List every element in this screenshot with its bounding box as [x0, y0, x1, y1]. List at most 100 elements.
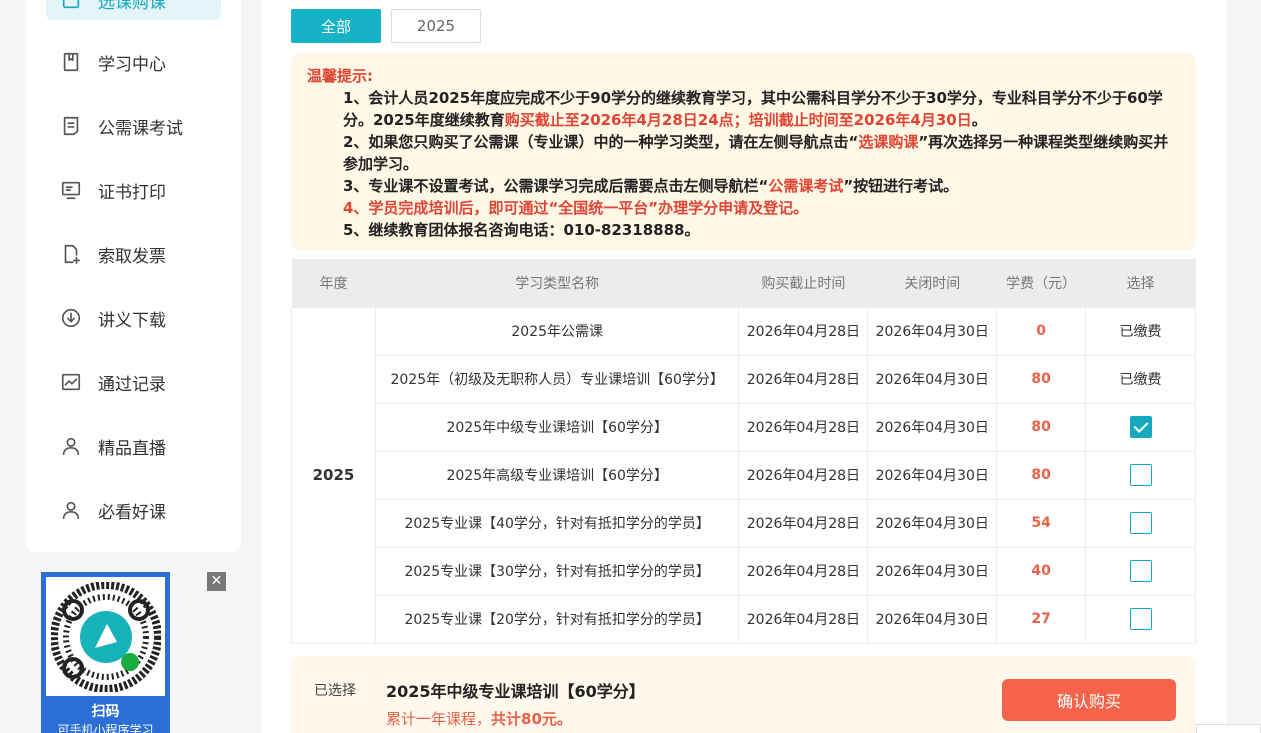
notice-item-1: 1、会计人员2025年度应完成不少于90学分的继续教育学习，其中公需科目学分不少…	[343, 89, 1163, 129]
certificate-icon	[58, 177, 84, 203]
sidebar-item-study-center[interactable]: 学习中心	[46, 42, 221, 82]
sidebar-item-handout-download[interactable]: 讲义下载	[46, 298, 221, 338]
main-panel: 全部 2025 温馨提示: 1、会计人员2025年度应完成不少于90学分的继续教…	[261, 0, 1226, 733]
selection-summary: 已选择 2025年中级专业课培训【60学分】 累计一年课程，共计80元。 确认购…	[291, 656, 1196, 733]
fee: 54	[996, 498, 1087, 548]
table-row: 2025专业课【20学分，针对有抵扣学分的学员】 2026年04月28日 202…	[292, 594, 1196, 644]
fee: 80	[996, 450, 1087, 500]
table-header-row: 年度 学习类型名称 购买截止时间 关闭时间 学费（元） 选择	[291, 259, 1196, 307]
close-time: 2026年04月30日	[867, 450, 998, 500]
close-icon[interactable]: ✕	[207, 572, 226, 591]
table-row: 2025专业课【40学分，针对有抵扣学分的学员】 2026年04月28日 202…	[292, 498, 1196, 548]
selected-course-name: 2025年中级专业课培训【60学分】	[386, 682, 645, 701]
close-time: 2026年04月30日	[867, 498, 998, 548]
col-close-time: 关闭时间	[867, 259, 997, 307]
table-row: 2025专业课【30学分，针对有抵扣学分的学员】 2026年04月28日 202…	[292, 546, 1196, 596]
course-name: 2025专业课【40学分，针对有抵扣学分的学员】	[374, 498, 740, 548]
notice-title: 温馨提示:	[307, 67, 373, 85]
qr-code-image	[46, 577, 165, 696]
close-time: 2026年04月30日	[867, 402, 998, 452]
download-icon	[58, 305, 84, 331]
sidebar-item-label: 公需课考试	[98, 118, 183, 139]
col-select: 选择	[1085, 259, 1196, 307]
course-name: 2025年（初级及无职称人员）专业课培训【60学分】	[374, 354, 740, 404]
table-row: 2025 2025年公需课 2026年04月28日 2026年04月30日 0 …	[291, 306, 1196, 644]
notice-item-5: 5、继续教育团体报名咨询电话：010-82318888。	[343, 221, 700, 239]
notice-box: 温馨提示: 1、会计人员2025年度应完成不少于90学分的继续教育学习，其中公需…	[291, 53, 1196, 250]
select-checkbox[interactable]	[1129, 560, 1152, 582]
book-icon	[58, 49, 84, 75]
close-time: 2026年04月30日	[867, 354, 998, 404]
col-fee: 学费（元）	[996, 259, 1086, 307]
course-table: 年度 学习类型名称 购买截止时间 关闭时间 学费（元） 选择 2025 2025…	[291, 259, 1196, 644]
sidebar-item-label: 证书打印	[98, 182, 166, 203]
table-row: 2025年中级专业课培训【60学分】 2026年04月28日 2026年04月3…	[292, 402, 1196, 452]
table-row: 2025年高级专业课培训【60学分】 2026年04月28日 2026年04月3…	[292, 450, 1196, 500]
fee: 27	[996, 594, 1087, 644]
selected-total: 累计一年课程，共计80元。	[386, 710, 572, 728]
buy-deadline: 2026年04月28日	[738, 354, 869, 404]
paid-status: 已缴费	[1085, 306, 1196, 356]
col-year: 年度	[291, 259, 376, 307]
sidebar-item-pass-record[interactable]: 通过记录	[46, 362, 221, 402]
cart-icon	[58, 0, 84, 13]
sidebar-nav: 选课购课 学习中心 公需课考试 证书打印 索取发票 讲义下载 通过记录 精品直播…	[26, 0, 241, 552]
sidebar-item-label: 选课购课	[98, 0, 166, 13]
select-checkbox[interactable]	[1129, 608, 1152, 630]
year-cell: 2025	[291, 306, 376, 644]
course-name: 2025专业课【30学分，针对有抵扣学分的学员】	[374, 546, 740, 596]
sidebar-item-label: 讲义下载	[98, 310, 166, 331]
close-time: 2026年04月30日	[867, 594, 998, 644]
buy-deadline: 2026年04月28日	[738, 498, 869, 548]
buy-deadline: 2026年04月28日	[738, 594, 869, 644]
notice-item-2: 2、如果您只购买了公需课（专业课）中的一种学习类型，请在左侧导航点击“选课购课”…	[343, 133, 1169, 173]
notice-item-3: 3、专业课不设置考试，公需课学习完成后需要点击左侧导航栏“公需课考试”按钮进行考…	[343, 177, 959, 195]
sidebar-item-certificate[interactable]: 证书打印	[46, 170, 221, 210]
qr-subtitle: 可手机小程序学习	[57, 723, 154, 733]
fee: 0	[996, 306, 1087, 356]
buy-deadline: 2026年04月28日	[738, 306, 869, 356]
qr-promo[interactable]: 扫码 可手机小程序学习	[41, 572, 170, 733]
close-time: 2026年04月30日	[867, 306, 998, 356]
col-buy-deadline: 购买截止时间	[738, 259, 868, 307]
sidebar-item-public-exam[interactable]: 公需课考试	[46, 106, 221, 146]
select-checkbox[interactable]	[1129, 416, 1152, 438]
chart-icon	[58, 369, 84, 395]
selected-label: 已选择	[314, 683, 356, 699]
sidebar-item-label: 学习中心	[98, 54, 166, 75]
sidebar-item-label: 精品直播	[98, 438, 166, 459]
buy-deadline: 2026年04月28日	[738, 402, 869, 452]
sidebar-item-live[interactable]: 精品直播	[46, 426, 221, 466]
select-checkbox[interactable]	[1129, 464, 1152, 486]
table-row: 2025年（初级及无职称人员）专业课培训【60学分】 2026年04月28日 2…	[292, 354, 1196, 404]
sidebar-item-must-watch[interactable]: 必看好课	[46, 490, 221, 530]
course-name: 2025年高级专业课培训【60学分】	[374, 450, 740, 500]
sidebar-item-label: 通过记录	[98, 374, 166, 395]
invoice-icon	[58, 241, 84, 267]
course-name: 2025专业课【20学分，针对有抵扣学分的学员】	[374, 594, 740, 644]
confirm-purchase-button[interactable]: 确认购买	[1002, 679, 1176, 721]
sidebar-item-course-purchase[interactable]: 选课购课	[46, 0, 221, 20]
user-icon	[58, 497, 84, 523]
col-course-name: 学习类型名称	[375, 259, 739, 307]
course-name: 2025年中级专业课培训【60学分】	[374, 402, 740, 452]
tab-2025[interactable]: 2025	[391, 9, 481, 43]
fee: 40	[996, 546, 1087, 596]
sidebar-item-invoice[interactable]: 索取发票	[46, 234, 221, 274]
paid-status: 已缴费	[1085, 354, 1196, 404]
sidebar-item-label: 必看好课	[98, 502, 166, 523]
fee: 80	[996, 402, 1087, 452]
select-checkbox[interactable]	[1129, 512, 1152, 534]
user-icon	[58, 433, 84, 459]
qr-scan-label: 扫码	[91, 704, 120, 720]
corner-widget	[1196, 724, 1261, 733]
course-name: 2025年公需课	[374, 306, 740, 356]
sidebar-item-label: 索取发票	[98, 246, 166, 267]
buy-deadline: 2026年04月28日	[738, 546, 869, 596]
close-time: 2026年04月30日	[867, 546, 998, 596]
exam-icon	[58, 113, 84, 139]
tab-all[interactable]: 全部	[291, 9, 381, 43]
buy-deadline: 2026年04月28日	[738, 450, 869, 500]
notice-item-4: 4、学员完成培训后，即可通过“全国统一平台”办理学分申请及登记。	[343, 199, 809, 217]
fee: 80	[996, 354, 1087, 404]
